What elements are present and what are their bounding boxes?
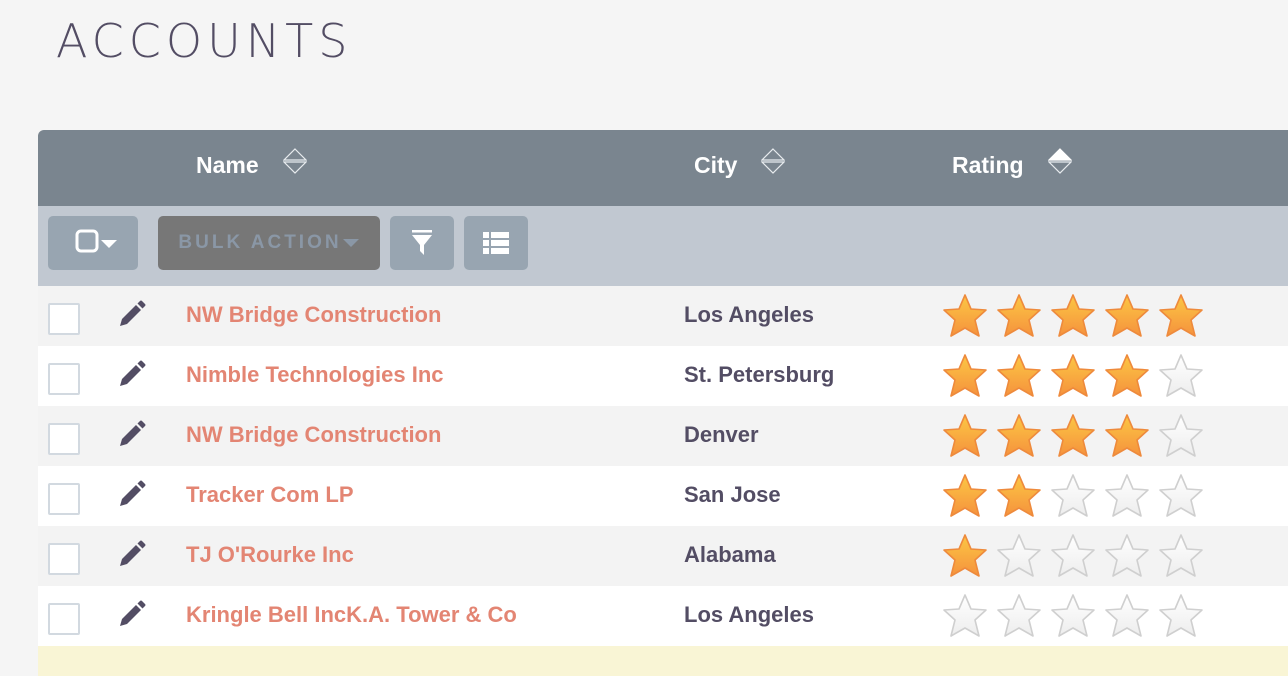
star-empty-icon[interactable] <box>1156 412 1206 460</box>
star-filled-icon[interactable] <box>1156 292 1206 340</box>
sort-ascending-icon[interactable] <box>1047 147 1072 174</box>
account-name-link[interactable]: Tracker Com LP <box>186 482 354 508</box>
account-city: Los Angeles <box>684 302 814 327</box>
star-empty-icon[interactable] <box>1048 472 1098 520</box>
star-filled-icon[interactable] <box>940 412 990 460</box>
account-name-link[interactable]: Nimble Technologies Inc <box>186 362 444 388</box>
rating-stars <box>940 412 1206 460</box>
star-empty-icon[interactable] <box>1156 532 1206 580</box>
rating-stars <box>940 592 1206 640</box>
pencil-icon[interactable] <box>116 300 146 330</box>
table-body: NW Bridge Construction Los Angeles Nimble … <box>38 286 1288 646</box>
pencil-icon[interactable] <box>116 360 146 390</box>
table-row: Tracker Com LP San Jose <box>38 466 1288 526</box>
table-row: Nimble Technologies Inc St. Petersburg <box>38 346 1288 406</box>
rating-stars <box>940 292 1206 340</box>
star-empty-icon[interactable] <box>940 592 990 640</box>
star-filled-icon[interactable] <box>940 532 990 580</box>
column-label: Name <box>196 152 259 178</box>
sort-icon[interactable] <box>761 147 786 174</box>
star-filled-icon[interactable] <box>1102 412 1152 460</box>
star-empty-icon[interactable] <box>994 592 1044 640</box>
bulk-action-button[interactable]: BULK ACTION <box>158 216 380 270</box>
account-city: Alabama <box>684 542 776 567</box>
table-header: Name City Rating <box>38 130 1288 206</box>
star-filled-icon[interactable] <box>940 352 990 400</box>
star-filled-icon[interactable] <box>940 292 990 340</box>
column-label: City <box>694 152 738 178</box>
pencil-icon[interactable] <box>116 600 146 630</box>
table-toolbar: BULK ACTION <box>38 206 1288 286</box>
pencil-icon[interactable] <box>116 420 146 450</box>
star-empty-icon[interactable] <box>1102 472 1152 520</box>
table-row: TJ O'Rourke Inc Alabama <box>38 526 1288 586</box>
star-empty-icon[interactable] <box>1048 592 1098 640</box>
star-filled-icon[interactable] <box>1102 352 1152 400</box>
column-label: Rating <box>952 152 1024 178</box>
star-filled-icon[interactable] <box>940 472 990 520</box>
table-row-partial <box>38 646 1288 676</box>
star-empty-icon[interactable] <box>1156 472 1206 520</box>
checkbox-dropdown-icon <box>75 229 117 253</box>
list-icon <box>483 232 509 254</box>
row-checkbox[interactable] <box>48 423 80 455</box>
account-name-link[interactable]: TJ O'Rourke Inc <box>186 542 354 568</box>
rating-stars <box>940 352 1206 400</box>
star-filled-icon[interactable] <box>994 352 1044 400</box>
table-row: NW Bridge Construction Los Angeles <box>38 286 1288 346</box>
star-empty-icon[interactable] <box>1048 532 1098 580</box>
star-filled-icon[interactable] <box>1102 292 1152 340</box>
filter-button[interactable] <box>390 216 454 270</box>
star-filled-icon[interactable] <box>1048 412 1098 460</box>
account-city: St. Petersburg <box>684 362 835 387</box>
star-filled-icon[interactable] <box>1048 292 1098 340</box>
account-name-link[interactable]: NW Bridge Construction <box>186 422 441 448</box>
account-city: San Jose <box>684 482 781 507</box>
row-checkbox[interactable] <box>48 543 80 575</box>
row-checkbox[interactable] <box>48 603 80 635</box>
table-row: Kringle Bell IncK.A. Tower & Co Los Angel… <box>38 586 1288 646</box>
pencil-icon[interactable] <box>116 480 146 510</box>
column-header-name[interactable]: Name <box>196 147 307 179</box>
row-checkbox[interactable] <box>48 363 80 395</box>
filter-icon <box>412 230 432 255</box>
column-header-rating[interactable]: Rating <box>952 147 1072 179</box>
account-name-link[interactable]: Kringle Bell IncK.A. Tower & Co <box>186 602 517 628</box>
rating-stars <box>940 472 1206 520</box>
page-title: ACCOUNTS <box>56 14 353 68</box>
star-filled-icon[interactable] <box>994 292 1044 340</box>
star-empty-icon[interactable] <box>1156 352 1206 400</box>
column-header-city[interactable]: City <box>694 147 786 179</box>
sort-icon[interactable] <box>282 147 307 174</box>
accounts-table: Name City Rating BULK ACTION NW Bridge C… <box>38 130 1288 676</box>
pencil-icon[interactable] <box>116 540 146 570</box>
star-empty-icon[interactable] <box>1102 592 1152 640</box>
select-all-dropdown-button[interactable] <box>48 216 138 270</box>
account-city: Denver <box>684 422 759 447</box>
account-name-link[interactable]: NW Bridge Construction <box>186 302 441 328</box>
star-empty-icon[interactable] <box>994 532 1044 580</box>
row-checkbox[interactable] <box>48 483 80 515</box>
star-filled-icon[interactable] <box>994 412 1044 460</box>
chevron-down-icon <box>342 239 359 247</box>
column-chooser-button[interactable] <box>464 216 528 270</box>
rating-stars <box>940 532 1206 580</box>
table-row: NW Bridge Construction Denver <box>38 406 1288 466</box>
account-city: Los Angeles <box>684 602 814 627</box>
star-filled-icon[interactable] <box>994 472 1044 520</box>
star-filled-icon[interactable] <box>1048 352 1098 400</box>
bulk-action-label: BULK ACTION <box>178 232 342 253</box>
star-empty-icon[interactable] <box>1102 532 1152 580</box>
star-empty-icon[interactable] <box>1156 592 1206 640</box>
row-checkbox[interactable] <box>48 303 80 335</box>
